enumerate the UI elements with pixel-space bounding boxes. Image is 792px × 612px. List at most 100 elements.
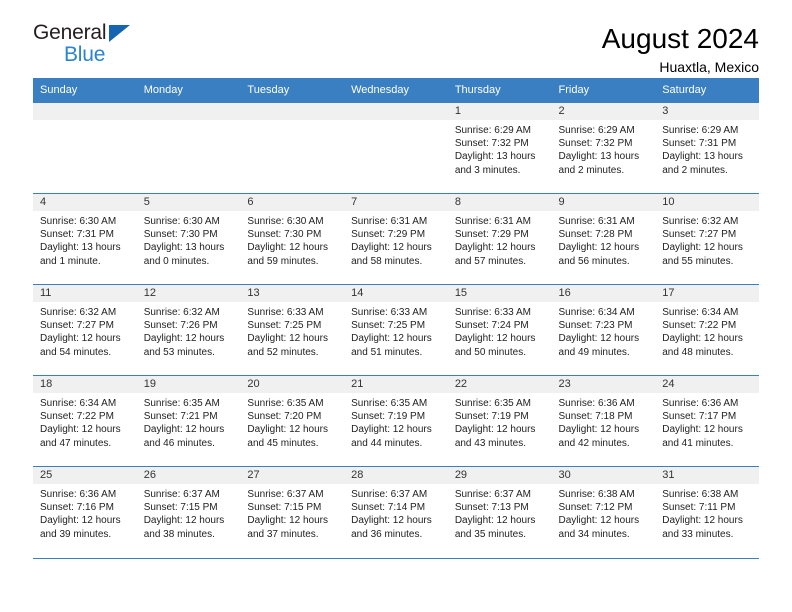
calendar-week-row: 4 Sunrise: 6:30 AM Sunset: 7:31 PM Daylight…	[33, 193, 759, 285]
page-header: General Blue August 2024 Huaxtla, Mexico	[33, 0, 759, 78]
day-number: 17	[655, 285, 759, 302]
calendar-day-cell[interactable]: 19 Sunrise: 6:35 AM Sunset: 7:21 PM Dayligh…	[136, 375, 241, 467]
calendar-day-cell[interactable]: 17 Sunrise: 6:34 AM Sunset: 7:22 PM Dayligh…	[655, 284, 759, 376]
calendar-day-cell[interactable]: 22 Sunrise: 6:35 AM Sunset: 7:19 PM Dayligh…	[447, 375, 552, 467]
calendar-day-cell[interactable]: 14 Sunrise: 6:33 AM Sunset: 7:25 PM Dayligh…	[344, 284, 448, 376]
calendar-day-cell[interactable]: 1 Sunrise: 6:29 AM Sunset: 7:32 PM Daylight…	[447, 102, 552, 194]
calendar-day-cell[interactable]: 20 Sunrise: 6:35 AM Sunset: 7:20 PM Dayligh…	[240, 375, 345, 467]
daylight-text-line1: Daylight: 13 hours	[40, 242, 121, 254]
day-number: 10	[655, 194, 759, 211]
day-details: Sunrise: 6:30 AM Sunset: 7:31 PM Daylight:…	[33, 211, 137, 268]
calendar-day-cell[interactable]: 9 Sunrise: 6:31 AM Sunset: 7:28 PM Daylight…	[551, 193, 656, 285]
calendar-day-cell[interactable]: 27 Sunrise: 6:37 AM Sunset: 7:15 PM Dayligh…	[240, 466, 345, 558]
calendar-day-cell[interactable]: 21 Sunrise: 6:35 AM Sunset: 7:19 PM Dayligh…	[344, 375, 448, 467]
day-number: 30	[551, 467, 656, 484]
calendar-day-cell[interactable]: 25 Sunrise: 6:36 AM Sunset: 7:16 PM Dayligh…	[33, 466, 137, 558]
day-details: Sunrise: 6:32 AM Sunset: 7:27 PM Daylight:…	[33, 302, 137, 359]
daylight-text-line2: and 48 minutes.	[662, 346, 734, 358]
calendar-day-cell[interactable]: 31 Sunrise: 6:38 AM Sunset: 7:11 PM Dayligh…	[655, 466, 759, 558]
calendar-day-cell[interactable]: 26 Sunrise: 6:37 AM Sunset: 7:15 PM Dayligh…	[136, 466, 241, 558]
sunset-text: Sunset: 7:32 PM	[558, 138, 633, 150]
calendar-day-cell[interactable]: 24 Sunrise: 6:36 AM Sunset: 7:17 PM Dayligh…	[655, 375, 759, 467]
daylight-text-line2: and 59 minutes.	[247, 255, 319, 267]
daylight-text-line1: Daylight: 12 hours	[351, 333, 432, 345]
daylight-text-line1: Daylight: 12 hours	[558, 242, 640, 254]
day-number: 5	[136, 194, 241, 211]
calendar-day-cell[interactable]: 30 Sunrise: 6:38 AM Sunset: 7:12 PM Dayligh…	[551, 466, 656, 558]
sunrise-text: Sunrise: 6:31 AM	[454, 216, 531, 227]
calendar-week-row: 11 Sunrise: 6:32 AM Sunset: 7:27 PM Dayligh…	[33, 284, 759, 376]
daylight-text-line1: Daylight: 12 hours	[662, 242, 743, 254]
calendar-day-cell[interactable]: 6 Sunrise: 6:30 AM Sunset: 7:30 PM Daylight…	[240, 193, 345, 285]
sunrise-text: Sunrise: 6:35 AM	[247, 398, 324, 409]
calendar-table: Sunday Monday Tuesday Wednesday Thursday…	[33, 78, 759, 558]
sunset-text: Sunset: 7:23 PM	[558, 320, 633, 332]
day-details: Sunrise: 6:35 AM Sunset: 7:20 PM Daylight:…	[240, 393, 344, 450]
daylight-text-line1: Daylight: 12 hours	[143, 333, 225, 345]
daylight-text-line2: and 39 minutes.	[40, 528, 112, 540]
daylight-text-line1: Daylight: 12 hours	[247, 515, 329, 527]
weekday-header-tuesday: Tuesday	[240, 78, 345, 103]
daylight-text-line1: Daylight: 12 hours	[558, 333, 640, 345]
day-details: Sunrise: 6:33 AM Sunset: 7:25 PM Daylight:…	[344, 302, 448, 359]
day-details: Sunrise: 6:37 AM Sunset: 7:15 PM Daylight:…	[137, 484, 241, 541]
calendar-day-cell[interactable]: 15 Sunrise: 6:33 AM Sunset: 7:24 PM Dayligh…	[447, 284, 552, 376]
day-details: Sunrise: 6:37 AM Sunset: 7:13 PM Daylight:…	[448, 484, 552, 541]
sunrise-text: Sunrise: 6:38 AM	[662, 489, 739, 500]
sunset-text: Sunset: 7:20 PM	[247, 411, 322, 423]
day-number: 18	[33, 376, 137, 393]
weekday-header-monday: Monday	[136, 78, 241, 103]
calendar-day-cell[interactable]: 3 Sunrise: 6:29 AM Sunset: 7:31 PM Daylight…	[655, 102, 759, 194]
day-number: 27	[240, 467, 345, 484]
calendar-day-cell[interactable]: 7 Sunrise: 6:31 AM Sunset: 7:29 PM Daylight…	[344, 193, 448, 285]
page-title: August 2024	[601, 23, 759, 54]
daylight-text-line1: Daylight: 12 hours	[351, 242, 432, 254]
sunrise-text: Sunrise: 6:34 AM	[662, 307, 739, 318]
sunset-text: Sunset: 7:16 PM	[40, 502, 114, 514]
day-number: 3	[655, 103, 759, 120]
day-details: Sunrise: 6:29 AM Sunset: 7:31 PM Daylight:…	[655, 120, 759, 177]
calendar-day-cell[interactable]: 5 Sunrise: 6:30 AM Sunset: 7:30 PM Daylight…	[136, 193, 241, 285]
calendar-day-cell[interactable]: 8 Sunrise: 6:31 AM Sunset: 7:29 PM Daylight…	[447, 193, 552, 285]
sunrise-text: Sunrise: 6:33 AM	[351, 307, 428, 318]
day-details: Sunrise: 6:33 AM Sunset: 7:24 PM Daylight:…	[448, 302, 552, 359]
sunrise-text: Sunrise: 6:36 AM	[558, 398, 635, 409]
calendar-day-cell[interactable]: 4 Sunrise: 6:30 AM Sunset: 7:31 PM Daylight…	[33, 193, 137, 285]
daylight-text-line2: and 43 minutes.	[454, 437, 526, 449]
day-details: Sunrise: 6:36 AM Sunset: 7:17 PM Daylight:…	[655, 393, 759, 450]
sunrise-text: Sunrise: 6:35 AM	[351, 398, 428, 409]
calendar-body: 1 Sunrise: 6:29 AM Sunset: 7:32 PM Daylight…	[33, 102, 759, 558]
calendar-day-cell[interactable]: 18 Sunrise: 6:34 AM Sunset: 7:22 PM Dayligh…	[33, 375, 137, 467]
daylight-text-line2: and 56 minutes.	[558, 255, 630, 267]
sunrise-text: Sunrise: 6:38 AM	[558, 489, 635, 500]
calendar-day-cell[interactable]: 10 Sunrise: 6:32 AM Sunset: 7:27 PM Dayligh…	[655, 193, 759, 285]
day-number: 9	[551, 194, 656, 211]
day-details: Sunrise: 6:30 AM Sunset: 7:30 PM Daylight:…	[137, 211, 241, 268]
daylight-text-line1: Daylight: 13 hours	[454, 151, 536, 163]
daylight-text-line2: and 45 minutes.	[247, 437, 319, 449]
sunset-text: Sunset: 7:22 PM	[662, 320, 737, 332]
daylight-text-line1: Daylight: 12 hours	[558, 424, 640, 436]
daylight-text-line2: and 58 minutes.	[351, 255, 423, 267]
calendar-day-cell[interactable]: 2 Sunrise: 6:29 AM Sunset: 7:32 PM Daylight…	[551, 102, 656, 194]
day-details: Sunrise: 6:35 AM Sunset: 7:21 PM Daylight:…	[137, 393, 241, 450]
day-number: 24	[655, 376, 759, 393]
calendar-day-cell[interactable]: 29 Sunrise: 6:37 AM Sunset: 7:13 PM Dayligh…	[447, 466, 552, 558]
sunrise-text: Sunrise: 6:33 AM	[247, 307, 324, 318]
sunrise-text: Sunrise: 6:34 AM	[558, 307, 635, 318]
calendar-day-cell[interactable]: 28 Sunrise: 6:37 AM Sunset: 7:14 PM Dayligh…	[344, 466, 448, 558]
sunset-text: Sunset: 7:13 PM	[454, 502, 529, 514]
calendar-day-cell[interactable]: 16 Sunrise: 6:34 AM Sunset: 7:23 PM Dayligh…	[551, 284, 656, 376]
calendar-day-cell[interactable]: 12 Sunrise: 6:32 AM Sunset: 7:26 PM Dayligh…	[136, 284, 241, 376]
daylight-text-line1: Daylight: 12 hours	[247, 242, 329, 254]
daylight-text-line1: Daylight: 12 hours	[662, 515, 743, 527]
sunrise-text: Sunrise: 6:29 AM	[662, 125, 739, 136]
day-details: Sunrise: 6:37 AM Sunset: 7:15 PM Daylight:…	[240, 484, 344, 541]
daylight-text-line2: and 54 minutes.	[40, 346, 112, 358]
calendar-day-cell[interactable]: 11 Sunrise: 6:32 AM Sunset: 7:27 PM Dayligh…	[33, 284, 137, 376]
day-number: 19	[136, 376, 241, 393]
calendar-day-cell[interactable]: 13 Sunrise: 6:33 AM Sunset: 7:25 PM Dayligh…	[240, 284, 345, 376]
sunset-text: Sunset: 7:24 PM	[454, 320, 529, 332]
daylight-text-line2: and 33 minutes.	[662, 528, 734, 540]
calendar-day-cell[interactable]: 23 Sunrise: 6:36 AM Sunset: 7:18 PM Dayligh…	[551, 375, 656, 467]
